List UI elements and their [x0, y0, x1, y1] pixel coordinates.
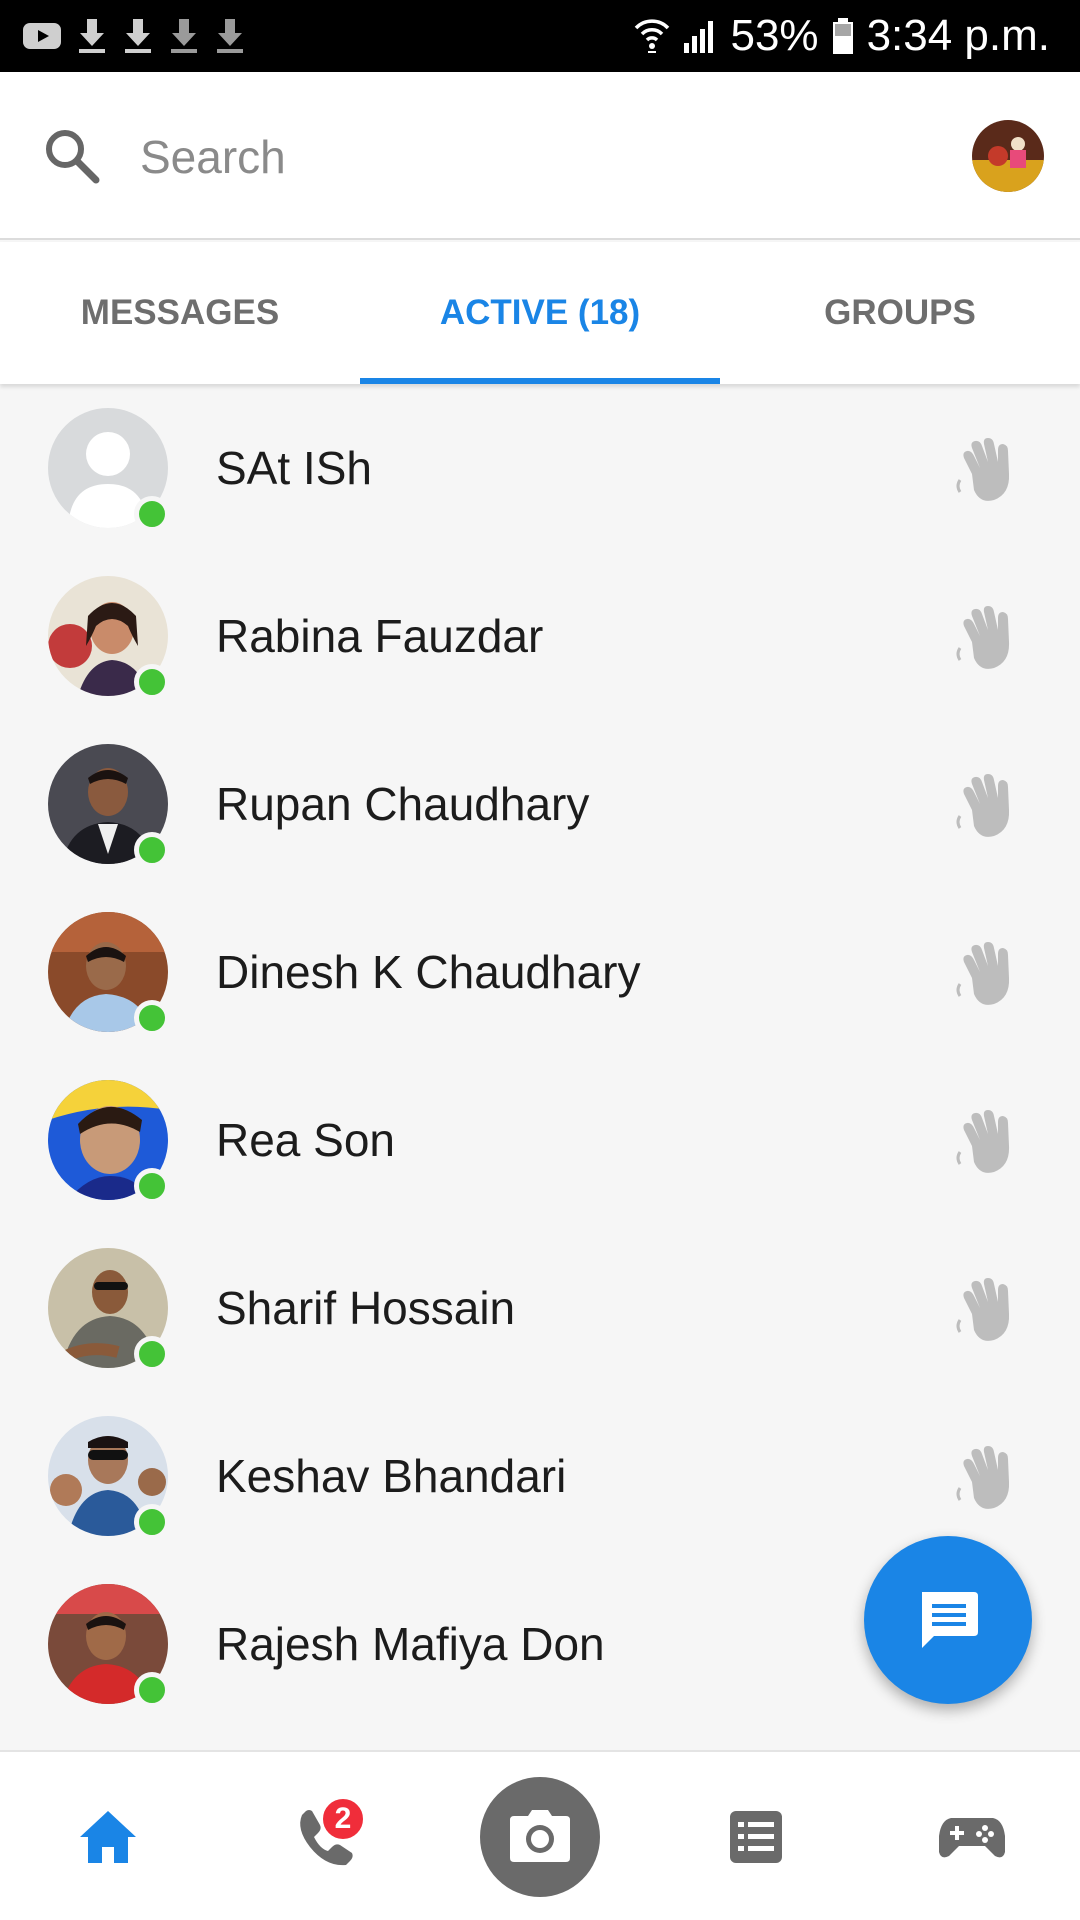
- chat-bubble-icon: [922, 1592, 978, 1648]
- online-indicator: [134, 1000, 170, 1036]
- notification-icons: [22, 14, 246, 58]
- profile-avatar[interactable]: [972, 120, 1044, 192]
- avatar: [48, 1080, 170, 1204]
- contact-name: Rupan Chaudhary: [216, 778, 590, 830]
- list-item[interactable]: Rea Son: [0, 1056, 1080, 1224]
- wifi-icon: [635, 19, 670, 53]
- tab-messages[interactable]: MESSAGES: [0, 242, 360, 384]
- download-icon: [79, 19, 105, 53]
- game-controller-icon: [939, 1818, 1005, 1858]
- list-item[interactable]: SAt ISh: [0, 384, 1080, 552]
- tab-active[interactable]: ACTIVE (18): [360, 242, 720, 384]
- nav-camera[interactable]: [480, 1752, 600, 1920]
- avatar: [48, 744, 170, 868]
- wave-icon[interactable]: [952, 1274, 1024, 1346]
- search-icon[interactable]: [40, 124, 104, 188]
- home-icon: [80, 1811, 136, 1863]
- battery-percent: 53%: [730, 11, 819, 60]
- online-indicator: [134, 664, 170, 700]
- online-indicator: [134, 496, 170, 532]
- contact-name: Dinesh K Chaudhary: [216, 946, 641, 998]
- nav-home[interactable]: [40, 1752, 176, 1920]
- list-item[interactable]: Sharif Hossain: [0, 1224, 1080, 1392]
- search-header: [0, 72, 1080, 240]
- online-indicator: [134, 1336, 170, 1372]
- avatar: [48, 912, 170, 1036]
- bottom-navigation: 2: [0, 1750, 1080, 1920]
- system-status: 53% 3:34 p.m.: [634, 8, 1050, 64]
- list-item[interactable]: Dinesh K Chaudhary: [0, 888, 1080, 1056]
- tab-groups[interactable]: GROUPS: [720, 242, 1080, 384]
- contact-name: Rea Son: [216, 1114, 396, 1166]
- online-indicator: [134, 1504, 170, 1540]
- avatar: [48, 408, 170, 532]
- list-item[interactable]: Keshav Bhandari: [0, 1392, 1080, 1560]
- avatar: [48, 1416, 170, 1540]
- list-item[interactable]: Rabina Fauzdar: [0, 552, 1080, 720]
- contact-name: Rabina Fauzdar: [216, 610, 544, 662]
- online-indicator: [134, 1168, 170, 1204]
- nav-games[interactable]: [904, 1752, 1040, 1920]
- search-input[interactable]: [140, 122, 920, 192]
- nav-list[interactable]: [688, 1752, 824, 1920]
- wave-icon[interactable]: [952, 1106, 1024, 1178]
- wave-icon[interactable]: [952, 938, 1024, 1010]
- nav-calls[interactable]: 2: [258, 1752, 394, 1920]
- avatar: [48, 1584, 170, 1708]
- missed-calls-badge: 2: [320, 1796, 366, 1842]
- avatar: [48, 1248, 170, 1372]
- online-indicator: [134, 1672, 170, 1708]
- list-icon: [730, 1811, 782, 1863]
- wave-icon[interactable]: [952, 770, 1024, 842]
- status-bar: 53% 3:34 p.m.: [0, 0, 1080, 72]
- list-item[interactable]: Rupan Chaudhary: [0, 720, 1080, 888]
- contact-name: Sharif Hossain: [216, 1282, 516, 1334]
- wave-icon[interactable]: [952, 434, 1024, 506]
- contact-name: Keshav Bhandari: [216, 1450, 567, 1502]
- download-icon: [125, 19, 151, 53]
- youtube-icon: [23, 23, 61, 49]
- download-icon: [171, 19, 197, 53]
- avatar: [48, 576, 170, 700]
- signal-icon: [684, 21, 714, 53]
- new-message-button[interactable]: [864, 1536, 1032, 1704]
- contact-name: Rajesh Mafiya Don: [216, 1618, 605, 1670]
- online-indicator: [134, 832, 170, 868]
- tab-bar: MESSAGES ACTIVE (18) GROUPS: [0, 242, 1080, 384]
- wave-icon[interactable]: [952, 602, 1024, 674]
- wave-icon[interactable]: [952, 1442, 1024, 1514]
- contact-name: SAt ISh: [216, 442, 372, 494]
- battery-icon: [832, 18, 853, 54]
- download-icon: [217, 19, 243, 53]
- camera-icon: [510, 1810, 570, 1862]
- clock: 3:34 p.m.: [866, 11, 1050, 60]
